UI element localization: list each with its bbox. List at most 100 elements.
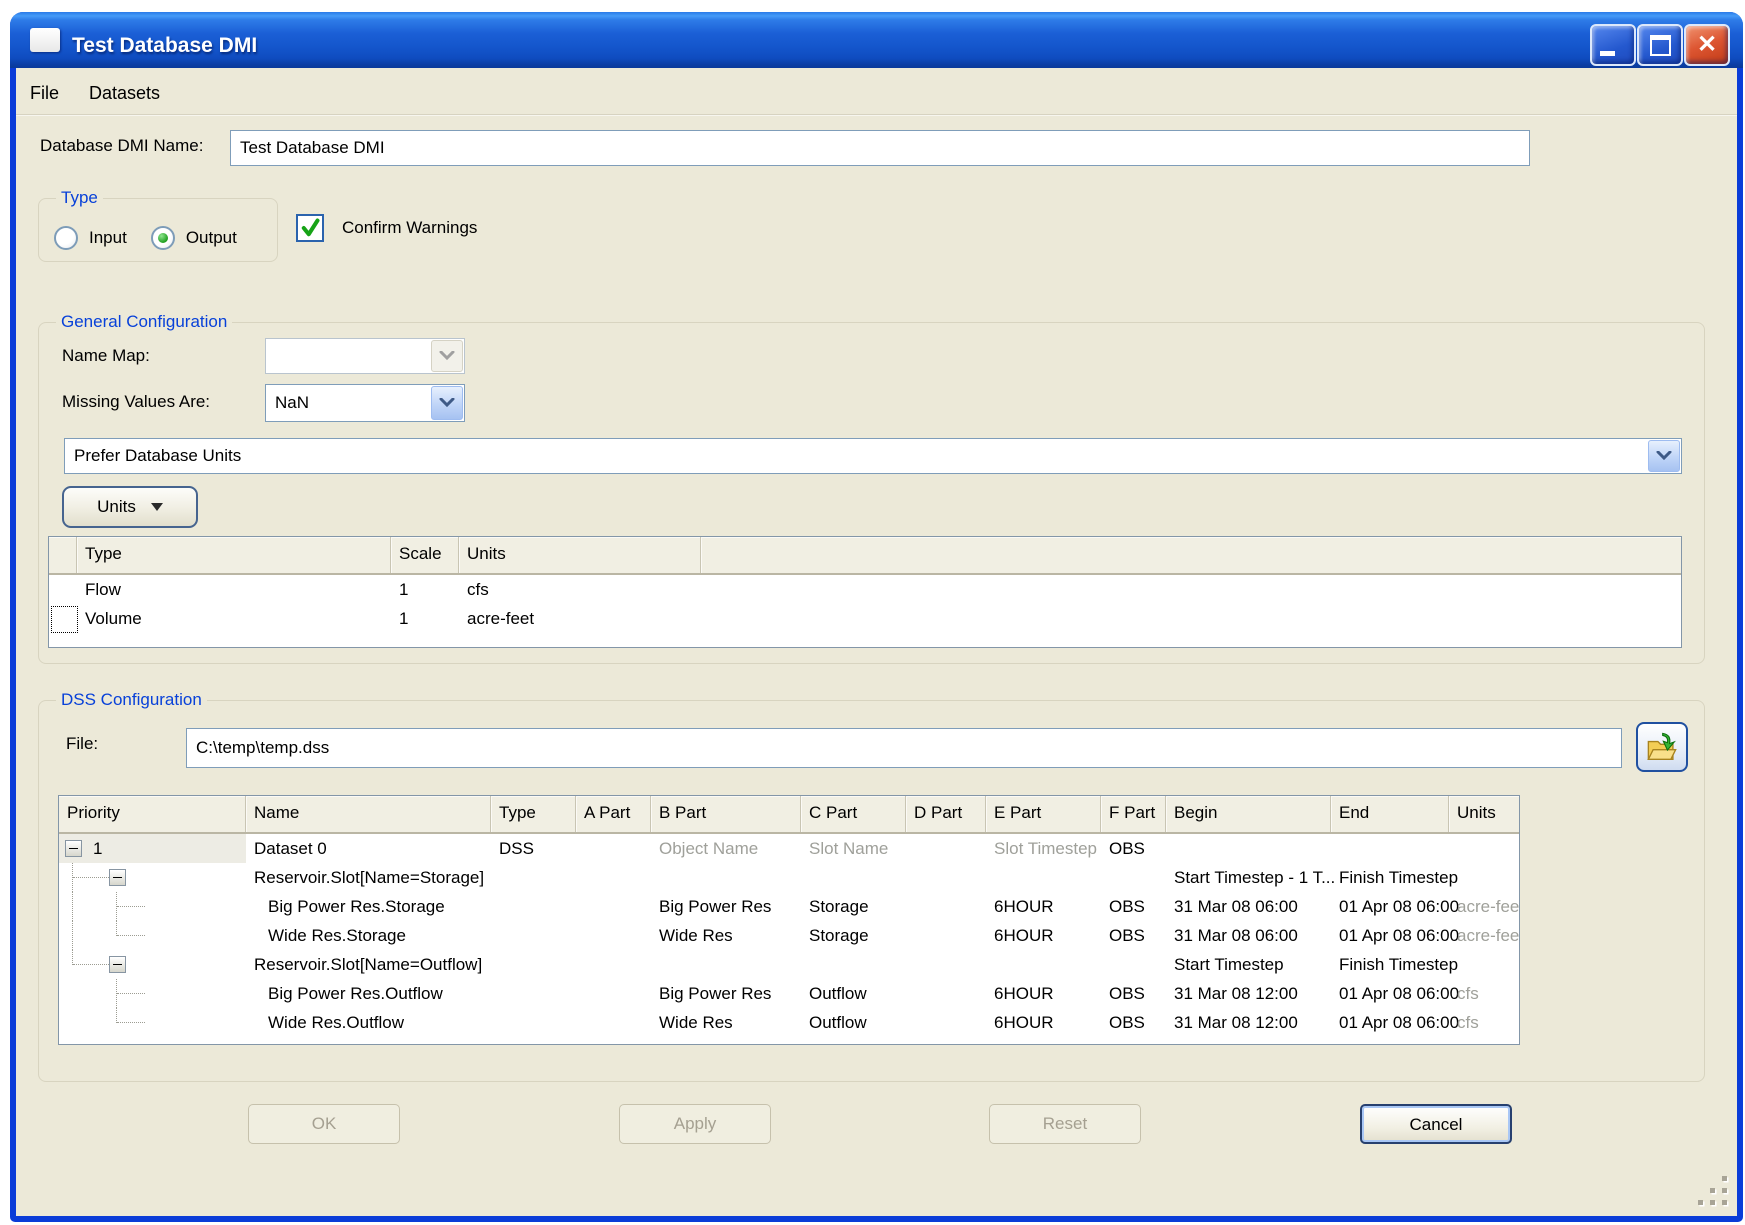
units-preference-combo[interactable]: Prefer Database Units <box>64 438 1682 474</box>
table-cell <box>1449 950 1520 979</box>
dss-file-input[interactable]: C:\temp\temp.dss <box>186 728 1622 768</box>
menu-separator <box>16 114 1737 116</box>
table-cell <box>1101 863 1166 892</box>
table-row[interactable]: Wide Res.StorageWide ResStorage6HOUROBS3… <box>59 921 1519 950</box>
table-row[interactable]: Big Power Res.StorageBig Power ResStorag… <box>59 892 1519 921</box>
radio-icon <box>54 226 78 250</box>
priority-value: 1 <box>93 834 102 863</box>
dss-dataset-table[interactable]: PriorityNameTypeA PartB PartC PartD Part… <box>58 795 1520 1045</box>
table-cell <box>651 863 801 892</box>
table-cell: Wide Res <box>651 921 801 950</box>
column-header[interactable] <box>49 537 77 573</box>
dss-config-caption: DSS Configuration <box>56 688 207 712</box>
table-cell <box>906 950 986 979</box>
table-row[interactable]: Reservoir.Slot[Name=Outflow]Start Timest… <box>59 950 1519 979</box>
table-cell: acre-feet <box>1449 892 1520 921</box>
table-cell <box>986 863 1101 892</box>
table-cell: acre-feet <box>1449 921 1520 950</box>
confirm-warnings-checkbox[interactable] <box>296 214 324 242</box>
column-header[interactable]: Type <box>491 796 576 832</box>
table-cell: OBS <box>1101 921 1166 950</box>
table-cell: 31 Mar 08 06:00 <box>1166 892 1331 921</box>
browse-file-button[interactable] <box>1636 722 1688 772</box>
dmi-name-input[interactable]: Test Database DMI <box>230 130 1530 166</box>
column-header[interactable]: F Part <box>1101 796 1166 832</box>
units-menu-label: Units <box>97 497 136 517</box>
ok-button[interactable]: OK <box>248 1104 400 1144</box>
minimize-icon <box>1600 51 1615 56</box>
column-header[interactable] <box>701 537 1682 573</box>
table-cell: Start Timestep - 1 T... <box>1166 863 1331 892</box>
tree-expander-icon[interactable] <box>109 869 126 886</box>
table-cell: 6HOUR <box>986 892 1101 921</box>
cancel-button[interactable]: Cancel <box>1360 1104 1512 1144</box>
tree-cell <box>59 863 246 892</box>
table-cell <box>906 979 986 1008</box>
table-cell <box>491 921 576 950</box>
column-header[interactable]: Type <box>77 537 391 573</box>
minimize-button[interactable] <box>1590 24 1636 66</box>
table-cell <box>701 575 1682 604</box>
column-header[interactable]: End <box>1331 796 1449 832</box>
table-cell <box>801 950 906 979</box>
menu-file[interactable]: File <box>22 78 67 108</box>
table-cell: 1 <box>391 604 459 633</box>
tree-expander-icon[interactable] <box>65 840 82 857</box>
apply-button[interactable]: Apply <box>619 1104 771 1144</box>
missing-values-combo[interactable]: NaN <box>265 384 465 422</box>
table-cell: OBS <box>1101 979 1166 1008</box>
table-cell: 01 Apr 08 06:00 <box>1331 921 1449 950</box>
tree-cell: 1 <box>59 834 246 863</box>
column-header[interactable]: Units <box>1449 796 1520 832</box>
table-cell: cfs <box>1449 1008 1520 1037</box>
missing-values-dropdown-icon[interactable] <box>431 386 463 420</box>
table-cell: Slot Timestep <box>986 834 1101 863</box>
table-cell: 1 <box>391 575 459 604</box>
table-cell: Volume <box>77 604 391 633</box>
dss-table-header: PriorityNameTypeA PartB PartC PartD Part… <box>59 796 1519 834</box>
menu-datasets[interactable]: Datasets <box>81 78 168 108</box>
column-header[interactable]: Units <box>459 537 701 573</box>
app-icon <box>30 28 60 52</box>
table-row[interactable]: Volume1acre-feet <box>49 604 1681 633</box>
maximize-button[interactable] <box>1637 24 1683 66</box>
units-menu-button[interactable]: Units <box>62 486 198 528</box>
table-cell: 31 Mar 08 12:00 <box>1166 1008 1331 1037</box>
column-header[interactable]: B Part <box>651 796 801 832</box>
column-header[interactable]: Scale <box>391 537 459 573</box>
table-cell: DSS <box>491 834 576 863</box>
table-row[interactable]: Reservoir.Slot[Name=Storage]Start Timest… <box>59 863 1519 892</box>
table-cell <box>1101 950 1166 979</box>
radio-option-input[interactable]: Input <box>54 226 127 250</box>
name-map-label: Name Map: <box>62 346 150 366</box>
close-button[interactable]: ✕ <box>1684 24 1730 66</box>
units-table[interactable]: TypeScaleUnitsFlow1cfsVolume1acre-feet <box>48 536 1682 648</box>
dataset-name: Reservoir.Slot[Name=Outflow] <box>246 950 491 979</box>
tree-line <box>116 921 117 936</box>
title-bar[interactable]: Test Database DMI ✕ <box>10 12 1743 68</box>
reset-button[interactable]: Reset <box>989 1104 1141 1144</box>
tree-expander-icon[interactable] <box>109 956 126 973</box>
radio-label: Input <box>89 228 127 248</box>
column-header[interactable]: E Part <box>986 796 1101 832</box>
column-header[interactable]: D Part <box>906 796 986 832</box>
column-header[interactable]: Name <box>246 796 491 832</box>
table-row[interactable]: 1Dataset 0DSSObject NameSlot NameSlot Ti… <box>59 834 1519 863</box>
table-row[interactable]: Flow1cfs <box>49 575 1681 604</box>
table-cell <box>801 863 906 892</box>
table-cell: OBS <box>1101 1008 1166 1037</box>
table-cell <box>576 921 651 950</box>
button-row: OK Apply Reset Cancel <box>248 1104 1512 1144</box>
column-header[interactable]: A Part <box>576 796 651 832</box>
column-header[interactable]: Priority <box>59 796 246 832</box>
radio-option-output[interactable]: Output <box>151 226 237 250</box>
dataset-name: Dataset 0 <box>246 834 491 863</box>
column-header[interactable]: Begin <box>1166 796 1331 832</box>
table-row[interactable]: Wide Res.OutflowWide ResOutflow6HOUROBS3… <box>59 1008 1519 1037</box>
table-row[interactable]: Big Power Res.OutflowBig Power ResOutflo… <box>59 979 1519 1008</box>
units-preference-dropdown-icon[interactable] <box>1648 440 1680 472</box>
column-header[interactable]: C Part <box>801 796 906 832</box>
tree-line <box>116 1008 117 1023</box>
table-cell: Storage <box>801 892 906 921</box>
type-radio-group: Input Output <box>54 226 237 250</box>
